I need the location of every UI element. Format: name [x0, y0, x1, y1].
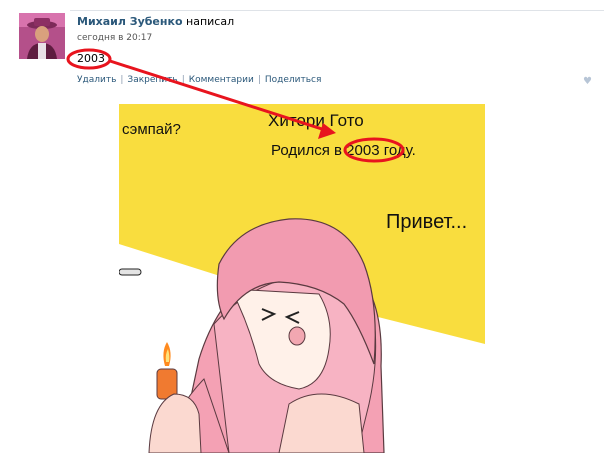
arrow-head-icon [318, 123, 336, 139]
red-annotation-overlay [66, 48, 405, 163]
arrow-line-annotation [109, 59, 326, 132]
circle-post-text-annotation [66, 48, 112, 70]
circle-image-year-annotation [343, 137, 405, 163]
